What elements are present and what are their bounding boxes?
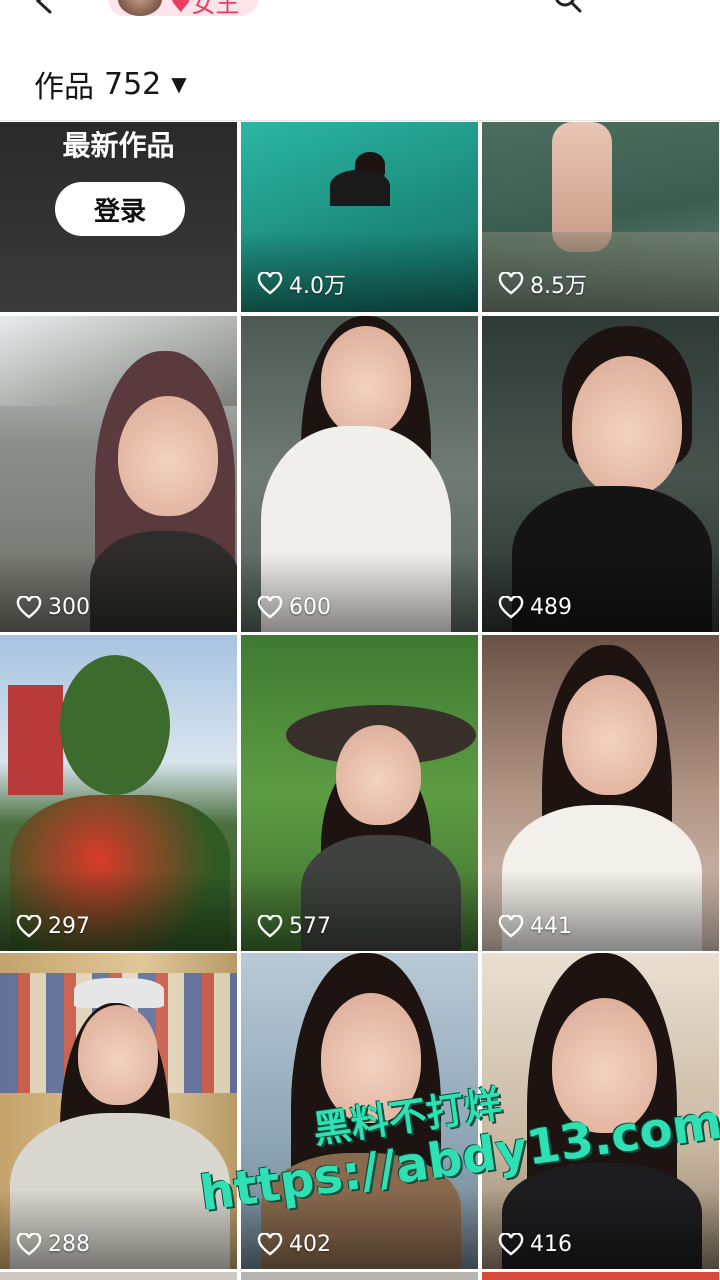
heart-icon (498, 914, 524, 938)
heart-icon (498, 272, 524, 295)
top-bar: ♥女王 作品 752 ▼ (0, 0, 720, 121)
heart-icon (16, 914, 42, 938)
heart-icon (498, 595, 524, 619)
like-count: 288 (16, 1232, 90, 1257)
like-count: 4.0万 (257, 268, 346, 300)
video-thumbnail[interactable]: 288 (0, 953, 237, 1269)
works-label: 作品 (34, 70, 94, 105)
like-count: 402 (257, 1232, 331, 1257)
back-arrow-icon[interactable] (30, 0, 60, 16)
video-thumbnail[interactable]: 441 (482, 635, 719, 951)
works-count: 752 (104, 66, 162, 102)
video-thumbnail[interactable]: 489 (482, 316, 719, 632)
heart-icon (257, 272, 283, 295)
profile-pill-text: ♥女王 (170, 0, 240, 16)
login-title: 最新作品 (62, 129, 175, 162)
like-count: 416 (498, 1232, 572, 1257)
heart-icon (16, 1232, 42, 1256)
video-thumbnail[interactable]: 4.0万 (241, 122, 478, 312)
video-thumbnail[interactable] (0, 1272, 237, 1280)
like-count: 489 (498, 595, 572, 620)
video-thumbnail[interactable]: 600 (241, 316, 478, 632)
like-count: 300 (16, 595, 90, 620)
like-count: 577 (257, 914, 331, 939)
heart-icon (498, 1232, 524, 1256)
works-tab[interactable]: 作品 752 ▼ (34, 62, 187, 106)
video-thumbnail[interactable] (241, 1272, 478, 1280)
video-thumbnail[interactable]: 8.5万 (482, 122, 719, 312)
heart-icon (257, 914, 283, 938)
login-tile[interactable]: 最新作品 登录 (0, 122, 237, 312)
chevron-down-icon[interactable]: ▼ (171, 72, 186, 96)
like-count: 297 (16, 914, 90, 939)
video-thumbnail[interactable] (482, 1272, 719, 1280)
heart-icon (257, 595, 283, 619)
like-count: 600 (257, 595, 331, 620)
like-count: 441 (498, 914, 572, 939)
video-thumbnail[interactable]: 300 (0, 316, 237, 632)
video-thumbnail[interactable]: 297 (0, 635, 237, 951)
video-thumbnail[interactable]: 577 (241, 635, 478, 951)
heart-icon (16, 595, 42, 619)
heart-icon (257, 1232, 283, 1256)
login-button[interactable]: 登录 (55, 182, 185, 236)
like-count: 8.5万 (498, 268, 587, 300)
avatar (118, 0, 162, 16)
profile-pill[interactable]: ♥女王 (108, 0, 258, 16)
search-icon[interactable] (552, 0, 584, 14)
